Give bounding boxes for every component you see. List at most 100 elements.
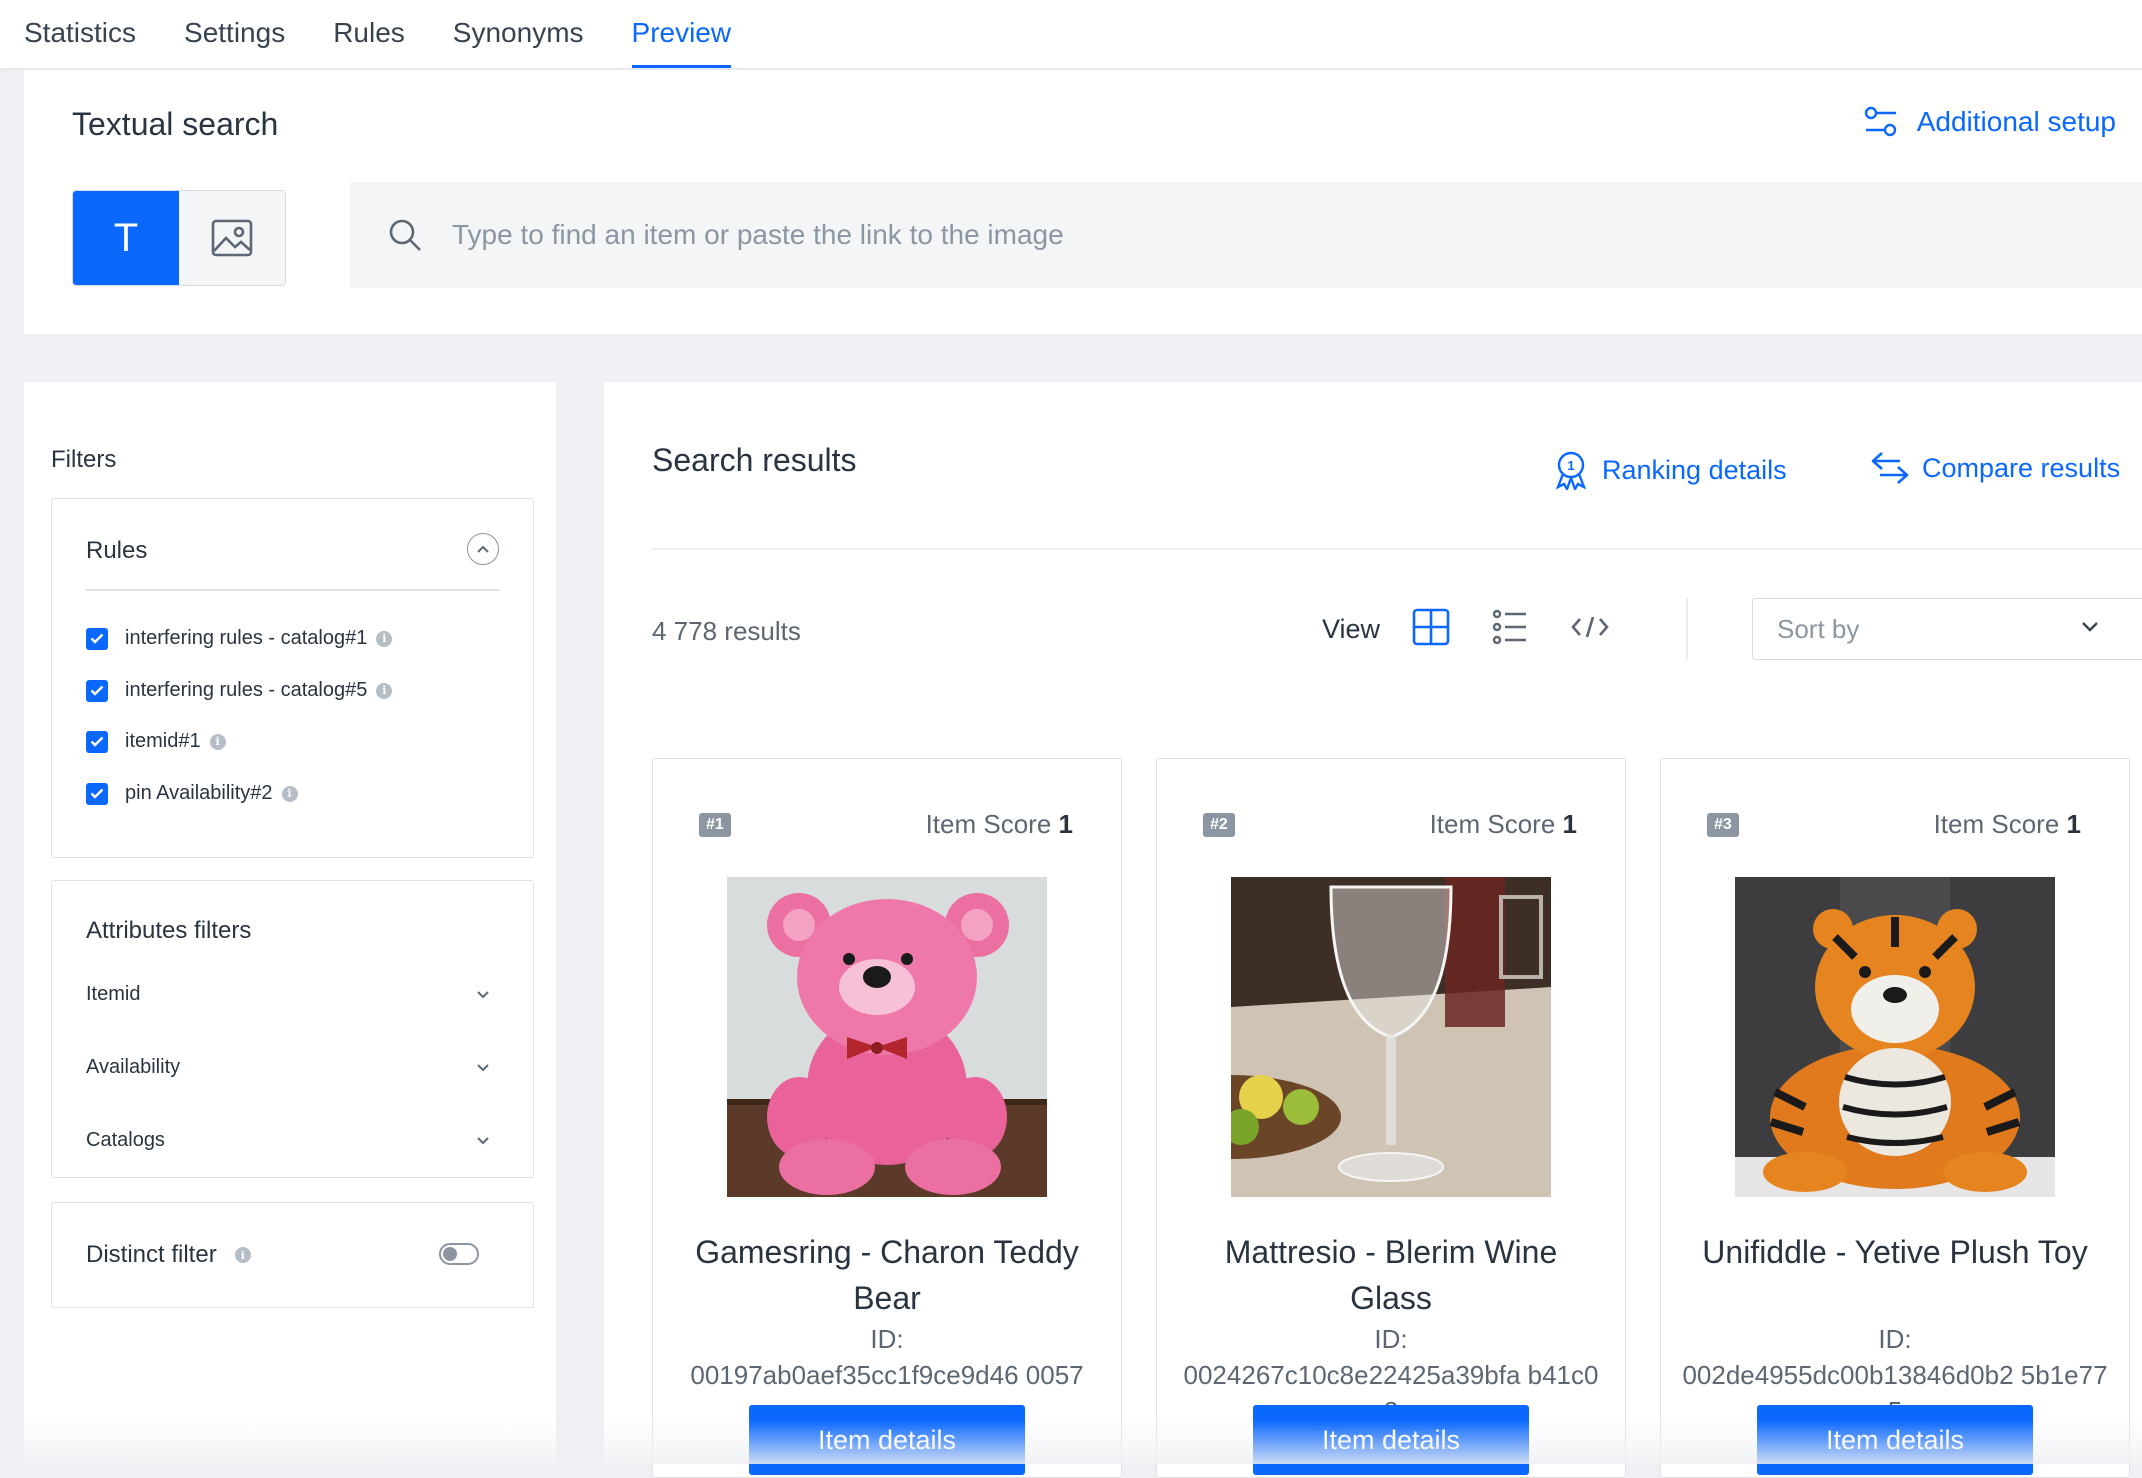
- code-view-button[interactable]: [1570, 608, 1610, 651]
- grid-view-icon: [1412, 608, 1450, 646]
- rule-checkbox[interactable]: [86, 679, 108, 702]
- attribute-label: Availability: [86, 1056, 181, 1078]
- check-icon: [90, 685, 104, 696]
- view-label: View: [1322, 614, 1381, 644]
- compare-results-button[interactable]: Compare results: [1870, 450, 2120, 486]
- tab-statistics[interactable]: Statistics: [24, 0, 136, 68]
- search-box: [350, 182, 2142, 288]
- additional-setup-label: Additional setup: [1916, 106, 2116, 137]
- distinct-filter-text: Distinct filter: [86, 1241, 217, 1268]
- product-image-wine-glass[interactable]: [1231, 877, 1551, 1197]
- tab-preview[interactable]: Preview: [631, 0, 732, 68]
- sliders-icon: [1864, 106, 1896, 137]
- info-icon[interactable]: i: [376, 682, 393, 699]
- filters-panel: Filters Rules interfering rules - catalo…: [24, 382, 556, 1464]
- list-view-button[interactable]: [1492, 608, 1528, 651]
- rule-item[interactable]: interfering rules - catalog#1 i: [86, 627, 393, 650]
- rule-label: itemid#1: [125, 730, 201, 752]
- award-icon: 1: [1555, 451, 1587, 490]
- tab-synonyms[interactable]: Synonyms: [453, 0, 584, 68]
- rank-badge: #3: [1707, 813, 1739, 837]
- attributes-label: Attributes filters: [86, 917, 252, 944]
- chevron-down-icon: [2082, 622, 2098, 632]
- item-score-label: Item Score: [1429, 809, 1556, 839]
- attributes-filter-box: Attributes filters Itemid Availability C…: [51, 880, 534, 1178]
- item-score-value: 1: [1058, 809, 1073, 839]
- product-image-plush-tiger[interactable]: [1735, 877, 2055, 1197]
- attribute-dropdown-itemid[interactable]: Itemid: [86, 983, 490, 1006]
- result-card: #2 Item Score 1 Mattresio - Blerim Wine …: [1156, 758, 1626, 1478]
- item-score: Item Score 1: [926, 809, 1073, 840]
- rule-item[interactable]: pin Availability#2 i: [86, 782, 298, 805]
- rule-label: pin Availability#2: [125, 782, 273, 804]
- textual-search-card: Textual search Additional setup T: [24, 70, 2142, 334]
- filters-heading: Filters: [51, 446, 117, 473]
- rule-label: interfering rules - catalog#5: [125, 679, 368, 701]
- additional-setup-button[interactable]: Additional setup: [1863, 104, 2116, 140]
- product-image-teddy-bear[interactable]: [727, 877, 1047, 1197]
- image-icon: [211, 219, 253, 257]
- item-score-value: 1: [1562, 809, 1577, 839]
- collapse-rules-button[interactable]: [467, 533, 499, 565]
- image-mode-button[interactable]: [179, 191, 285, 285]
- tab-settings[interactable]: Settings: [184, 0, 285, 68]
- product-name: Unifiddle - Yetive Plush Toy: [1702, 1234, 2088, 1270]
- textual-search-title: Textual search: [72, 106, 279, 142]
- product-id-label: ID:: [870, 1324, 904, 1354]
- attribute-dropdown-availability[interactable]: Availability: [86, 1056, 490, 1079]
- item-score: Item Score 1: [1430, 809, 1577, 840]
- rule-item[interactable]: interfering rules - catalog#5 i: [86, 679, 393, 702]
- tab-rules[interactable]: Rules: [333, 0, 405, 68]
- item-score: Item Score 1: [1934, 809, 2081, 840]
- product-id-label: ID:: [1878, 1324, 1912, 1354]
- result-card: #3 Item Score 1 Unifiddle - Yetive Plush…: [1660, 758, 2130, 1478]
- search-icon: [389, 219, 421, 251]
- check-icon: [90, 736, 104, 747]
- rule-checkbox[interactable]: [86, 782, 108, 805]
- svg-text:1: 1: [1567, 458, 1574, 473]
- info-icon[interactable]: i: [376, 630, 393, 647]
- product-id: ID: 0024267c10c8e22425a39bfa b41c02: [1157, 1321, 1625, 1415]
- product-id-label: ID:: [1374, 1324, 1408, 1354]
- product-id: ID: 002de4955dc00b13846d0b2 5b1e775: [1661, 1321, 2129, 1415]
- rule-checkbox[interactable]: [86, 730, 108, 753]
- ranking-details-button[interactable]: 1 Ranking details: [1552, 450, 1787, 490]
- chevron-down-icon: [477, 990, 489, 998]
- item-score-value: 1: [2066, 809, 2081, 839]
- rule-checkbox[interactable]: [86, 627, 108, 650]
- chevron-down-icon: [477, 1063, 489, 1071]
- info-icon[interactable]: i: [234, 1247, 251, 1263]
- distinct-filter-label: Distinct filter i: [86, 1241, 251, 1269]
- rules-divider: [86, 589, 500, 591]
- results-divider: [652, 548, 2142, 550]
- item-details-button[interactable]: Item details: [749, 1405, 1025, 1475]
- item-details-button[interactable]: Item details: [1253, 1405, 1529, 1475]
- rank-badge: #1: [699, 813, 731, 837]
- rule-label: interfering rules - catalog#1: [125, 627, 368, 649]
- item-score-label: Item Score: [1933, 809, 2060, 839]
- search-input[interactable]: [452, 219, 2052, 251]
- results-count: 4 778 results: [652, 616, 801, 646]
- info-icon[interactable]: i: [281, 785, 298, 802]
- list-view-icon: [1492, 609, 1526, 645]
- grid-view-button[interactable]: [1412, 608, 1450, 651]
- chevron-up-icon: [477, 545, 489, 553]
- product-id: ID: 00197ab0aef35cc1f9ce9d46 0057: [653, 1321, 1121, 1415]
- item-score-label: Item Score: [925, 809, 1052, 839]
- distinct-filter-toggle[interactable]: [439, 1243, 479, 1265]
- toolbar-separator: [1686, 598, 1688, 660]
- result-card: #1 Item Score 1 Gamesring - Charon Teddy…: [652, 758, 1122, 1478]
- top-tab-bar: Statistics Settings Rules Synonyms Previ…: [0, 0, 2142, 68]
- sort-by-placeholder: Sort by: [1777, 613, 1860, 644]
- product-name: Gamesring - Charon Teddy Bear: [695, 1234, 1079, 1316]
- check-icon: [90, 788, 104, 799]
- sort-by-dropdown[interactable]: Sort by: [1752, 598, 2142, 660]
- info-icon[interactable]: i: [209, 733, 226, 750]
- product-name: Mattresio - Blerim Wine Glass: [1224, 1234, 1558, 1316]
- attribute-dropdown-catalogs[interactable]: Catalogs: [86, 1129, 490, 1152]
- item-details-button[interactable]: Item details: [1757, 1405, 2033, 1475]
- text-mode-button[interactable]: T: [73, 191, 179, 285]
- check-icon: [90, 633, 104, 644]
- rule-item[interactable]: itemid#1 i: [86, 730, 226, 753]
- compare-results-label: Compare results: [1922, 452, 2121, 483]
